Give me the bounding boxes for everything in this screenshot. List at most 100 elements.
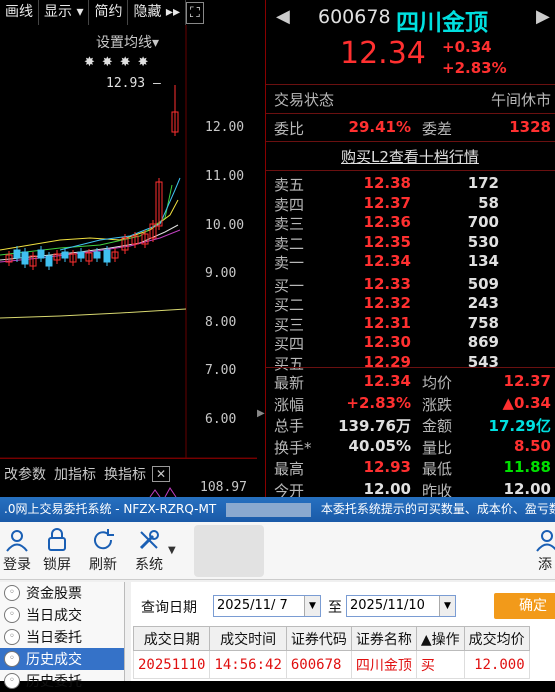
order-volume: 134 <box>467 252 499 270</box>
add-label: 添 <box>538 556 552 573</box>
login-label: 登录 <box>3 556 31 573</box>
weicha-label: 委差 <box>422 120 453 138</box>
y-tick: 9.00 <box>205 266 237 281</box>
simple-mode-button[interactable]: 简约 <box>89 0 129 25</box>
table-cell: 四川金顶 <box>350 650 417 679</box>
redacted-block <box>193 524 264 577</box>
switch-indicator-button[interactable]: 换指标 <box>100 464 150 484</box>
order-price: 12.36 <box>363 213 411 231</box>
close-icon[interactable]: ✕ <box>152 465 171 482</box>
sidebar-item-history-orders[interactable]: ◦ 历史委托 <box>0 670 124 692</box>
ask-level-label: 卖四 <box>274 195 305 214</box>
add-indicator-button[interactable]: 加指标 <box>50 464 100 484</box>
ask-level-label: 卖三 <box>274 215 305 233</box>
lock-button[interactable]: 锁屏 <box>34 527 80 574</box>
candle-body <box>61 251 69 259</box>
stat-label: 均价 <box>422 374 453 392</box>
candle-body <box>21 251 29 265</box>
date-to-input[interactable]: 2025/11/10 ▼ <box>346 595 456 617</box>
column-header[interactable]: 成交时间 <box>209 626 287 651</box>
prev-stock-icon[interactable]: ◀ <box>276 6 290 27</box>
column-header[interactable]: ▲操作 <box>415 626 465 651</box>
volume-value: 108.97 <box>200 480 247 495</box>
order-price: 12.32 <box>363 294 411 312</box>
column-header[interactable]: 证券代码 <box>285 626 352 651</box>
order-volume: 530 <box>467 232 499 251</box>
l2-upgrade-link[interactable]: 购买L2查看十档行情 <box>341 146 479 167</box>
stat-label: 最低 <box>422 460 453 479</box>
column-header[interactable]: 成交均价 <box>463 626 530 651</box>
ask-level-label: 卖一 <box>274 254 305 272</box>
stat-value: 12.34 <box>363 372 411 390</box>
system-button[interactable]: 系统 <box>126 528 172 574</box>
chevron-down-icon[interactable]: ▼ <box>439 596 455 616</box>
bid-level-label: 买五 <box>274 354 305 373</box>
candle-body <box>93 251 101 259</box>
draw-line-button[interactable]: 画线 <box>0 0 39 25</box>
date-to-value: 2025/11/10 <box>350 598 425 613</box>
stat-value: 12.37 <box>503 372 551 390</box>
order-volume: 509 <box>467 274 499 293</box>
hide-button[interactable]: 隐藏 ▸▸ <box>128 0 186 25</box>
order-price: 12.38 <box>363 174 411 192</box>
display-menu-button[interactable]: 显示 ▾ <box>39 0 90 25</box>
stat-value: 12.93 <box>363 458 411 477</box>
sidebar-item-history-deals[interactable]: ◦ 历史成交 <box>0 648 124 670</box>
candle-body <box>13 249 21 259</box>
status-value: 午间休市 <box>490 91 551 109</box>
date-from-input[interactable]: 2025/11/ 7 ▼ <box>213 595 321 617</box>
refresh-button[interactable]: 刷新 <box>80 528 126 574</box>
column-header[interactable]: 证券名称 <box>350 626 417 651</box>
list-icon: ◦ <box>4 585 20 601</box>
stat-value: 8.50 <box>513 436 551 455</box>
next-stock-icon[interactable]: ▶ <box>536 6 550 27</box>
status-label: 交易状态 <box>274 91 335 109</box>
stat-label: 涨幅 <box>274 395 305 414</box>
user-icon <box>6 529 28 552</box>
login-button[interactable]: 登录 <box>0 528 34 574</box>
column-header[interactable]: 成交日期 <box>132 626 211 651</box>
table-row[interactable]: 20251110 14:56:42 600678 四川金顶买 12.000 <box>132 650 530 679</box>
fullscreen-icon[interactable]: ⛶ <box>186 1 204 24</box>
y-tick: 11.00 <box>205 169 245 184</box>
order-price: 12.31 <box>363 313 411 332</box>
stat-label: 最新 <box>274 374 305 392</box>
stock-code: 600678 <box>318 6 391 28</box>
candle-body <box>103 249 111 263</box>
ask-level-label: 卖二 <box>274 234 305 253</box>
order-volume: 700 <box>467 213 499 231</box>
edit-params-button[interactable]: 改参数 <box>0 464 50 484</box>
sidebar-item-funds[interactable]: ◦ 资金股票 <box>0 582 124 604</box>
sidebar-item-label: 当日委托 <box>26 630 82 646</box>
chevron-down-icon[interactable]: ▼ <box>304 596 320 616</box>
table-cell: 20251110 <box>132 650 211 679</box>
stat-value: 12.00 <box>363 480 411 497</box>
stat-value: 40.05% <box>348 436 411 455</box>
collapse-handle[interactable]: ▶ <box>257 400 265 428</box>
add-button[interactable]: 添 <box>535 528 555 574</box>
lock-icon <box>48 527 66 551</box>
chevron-down-icon[interactable]: ▼ <box>168 545 176 556</box>
refresh-label: 刷新 <box>89 556 117 573</box>
order-volume: 758 <box>467 313 499 332</box>
sidebar-item-today-orders[interactable]: ◦ 当日委托 <box>0 626 124 648</box>
high-price-marker: 12.93 — <box>106 76 161 91</box>
bid-level-label: 买二 <box>274 296 305 314</box>
sidebar-item-label: 历史委托 <box>26 674 82 690</box>
ma-line <box>0 308 187 319</box>
confirm-button[interactable]: 确定 <box>494 593 555 619</box>
kline-chart-panel[interactable]: 画线 显示 ▾ 简约 隐藏 ▸▸ ⛶ 设置均线▾ ✸✸✸✸ 12.93 — 12… <box>0 0 257 497</box>
ma-settings-button[interactable]: 设置均线▾ <box>96 32 159 52</box>
stat-value: ▲0.34 <box>502 393 551 412</box>
bid-level-label: 买四 <box>274 335 305 353</box>
stat-value: 139.76万 <box>338 417 411 436</box>
history-query-panel: 查询日期 2025/11/ 7 ▼ 至 2025/11/10 ▼ 确定 成交日期 成交… <box>131 582 555 681</box>
order-price: 12.34 <box>363 252 411 270</box>
sidebar-item-today-deals[interactable]: ◦ 当日成交 <box>0 604 124 626</box>
list-icon: ◦ <box>4 651 20 667</box>
y-tick: 12.00 <box>205 120 245 135</box>
order-price: 12.30 <box>363 333 411 351</box>
table-body: 20251110 14:56:42 600678 四川金顶买 12.000 <box>132 650 530 679</box>
user-add-icon <box>536 529 555 552</box>
volume-line <box>149 487 177 497</box>
